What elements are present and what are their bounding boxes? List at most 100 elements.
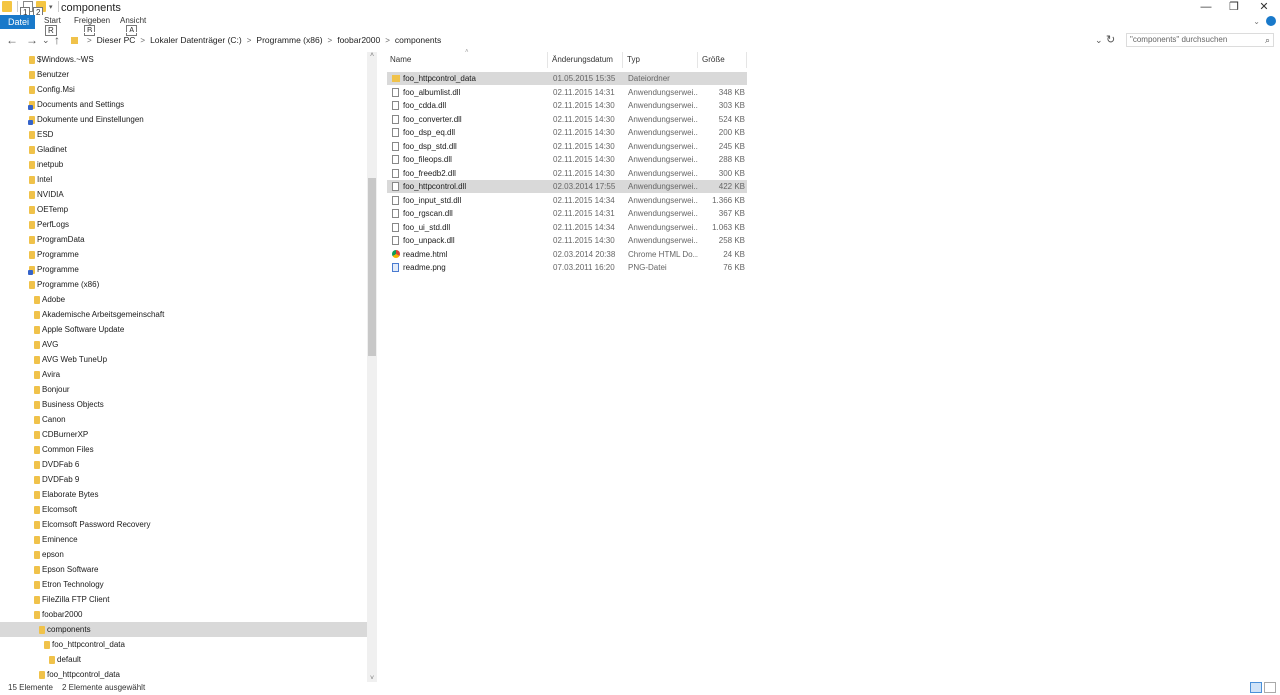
tab-start[interactable]: Start (44, 16, 61, 25)
tree-item[interactable]: Avira (0, 367, 367, 382)
file-date: 02.11.2015 14:30 (553, 128, 615, 137)
forward-button[interactable]: → (26, 32, 38, 48)
breadcrumb-program-files-x86[interactable]: Programme (x86) (256, 35, 322, 45)
tree-item[interactable]: Bonjour (0, 382, 367, 397)
tree-item[interactable]: components (0, 622, 367, 637)
tree-item[interactable]: Canon (0, 412, 367, 427)
tree-item[interactable]: Apple Software Update (0, 322, 367, 337)
tree-item[interactable]: default (0, 652, 367, 667)
tree-item[interactable]: Dokumente und Einstellungen (0, 112, 367, 127)
up-button[interactable]: ↑ (54, 32, 60, 48)
tree-item[interactable]: ESD (0, 127, 367, 142)
file-row[interactable]: foo_albumlist.dll 02.11.2015 14:31 Anwendu… (387, 86, 747, 99)
tree-item[interactable]: Programme (x86) (0, 277, 367, 292)
breadcrumb-components[interactable]: components (395, 35, 441, 45)
tree-item[interactable]: CDBurnerXP (0, 427, 367, 442)
file-row[interactable]: foo_freedb2.dll 02.11.2015 14:30 Anwendung… (387, 167, 747, 180)
tree-item[interactable]: epson (0, 547, 367, 562)
address-bar[interactable]: > Dieser PC > Lokaler Datenträger (C:) >… (66, 32, 1106, 48)
tree-item[interactable]: Akademische Arbeitsgemeinschaft (0, 307, 367, 322)
tree-item[interactable]: ProgramData (0, 232, 367, 247)
maximize-button[interactable]: ❐ (1220, 0, 1248, 15)
tree-item[interactable]: PerfLogs (0, 217, 367, 232)
recent-locations-button[interactable]: ⌄ (42, 32, 50, 48)
tree-item[interactable]: Epson Software (0, 562, 367, 577)
column-header-size[interactable]: Größe (699, 52, 747, 68)
large-icons-view-button[interactable] (1264, 682, 1276, 693)
scroll-up-icon[interactable]: ˄ (367, 52, 377, 59)
tree-item[interactable]: Intel (0, 172, 367, 187)
tree-item[interactable]: NVIDIA (0, 187, 367, 202)
breadcrumb-this-pc[interactable]: Dieser PC (97, 35, 136, 45)
tree-item[interactable]: Gladinet (0, 142, 367, 157)
file-row[interactable]: foo_httpcontrol.dll 02.03.2014 17:55 Anwen… (387, 180, 747, 193)
file-date: 02.11.2015 14:30 (553, 155, 615, 164)
tree-item[interactable]: Adobe (0, 292, 367, 307)
file-row[interactable]: foo_dsp_std.dll 02.11.2015 14:30 Anwendung… (387, 140, 747, 153)
tab-view[interactable]: Ansicht (120, 16, 146, 25)
tree-item[interactable]: FileZilla FTP Client (0, 592, 367, 607)
tab-share[interactable]: Freigeben (74, 16, 110, 25)
file-row[interactable]: foo_input_std.dll 02.11.2015 14:34 Anwendu… (387, 194, 747, 207)
scrollbar-thumb[interactable] (368, 178, 376, 356)
back-button[interactable]: ← (6, 32, 18, 48)
breadcrumb-local-disk[interactable]: Lokaler Datenträger (C:) (150, 35, 242, 45)
navigation-tree[interactable]: $Windows.~WS Benutzer Config.Msi Documents … (0, 52, 367, 682)
tree-item[interactable]: Documents and Settings (0, 97, 367, 112)
folder-icon (34, 401, 40, 409)
file-row[interactable]: readme.html 02.03.2014 20:38 Chrome HTML D… (387, 248, 747, 261)
file-type: Anwendungserwei... (628, 87, 698, 97)
file-row[interactable]: foo_rgscan.dll 02.11.2015 14:31 Anwendungs… (387, 207, 747, 220)
tree-item[interactable]: Business Objects (0, 397, 367, 412)
tree-item[interactable]: DVDFab 9 (0, 472, 367, 487)
folder-icon (34, 341, 40, 349)
tab-file[interactable]: Datei (0, 15, 35, 29)
tree-item[interactable]: DVDFab 6 (0, 457, 367, 472)
tree-item[interactable]: foo_httpcontrol_data (0, 637, 367, 652)
help-icon[interactable] (1266, 16, 1276, 26)
tree-item[interactable]: Common Files (0, 442, 367, 457)
search-input[interactable]: "components" durchsuchen ⌕ (1126, 33, 1274, 47)
tree-item[interactable]: AVG Web TuneUp (0, 352, 367, 367)
tree-item[interactable]: inetpub (0, 157, 367, 172)
file-date: 02.11.2015 14:31 (553, 87, 615, 97)
file-row[interactable]: foo_ui_std.dll 02.11.2015 14:34 Anwendungs… (387, 221, 747, 234)
file-row[interactable]: foo_unpack.dll 02.11.2015 14:30 Anwendungs… (387, 234, 747, 247)
tree-item[interactable]: Elcomsoft (0, 502, 367, 517)
tree-scrollbar[interactable]: ˄ ˅ (367, 52, 377, 682)
file-row[interactable]: foo_fileops.dll 02.11.2015 14:30 Anwendung… (387, 153, 747, 166)
tree-item[interactable]: Etron Technology (0, 577, 367, 592)
address-dropdown-icon[interactable]: ⌄ (1095, 32, 1103, 48)
tree-item[interactable]: OETemp (0, 202, 367, 217)
tree-item[interactable]: Eminence (0, 532, 367, 547)
tree-item[interactable]: Elaborate Bytes (0, 487, 367, 502)
column-header-type[interactable]: Typ (624, 52, 698, 68)
tree-item[interactable]: Benutzer (0, 67, 367, 82)
tree-item[interactable]: Config.Msi (0, 82, 367, 97)
tree-item-label: Epson Software (42, 565, 99, 574)
file-row[interactable]: foo_dsp_eq.dll 02.11.2015 14:30 Anwendungs… (387, 126, 747, 139)
customize-toolbar-icon[interactable]: ▾ (49, 3, 53, 11)
tree-item[interactable]: Programme (0, 247, 367, 262)
file-row[interactable]: foo_httpcontrol_data 01.05.2015 15:35 Date… (387, 72, 747, 85)
tree-item[interactable]: AVG (0, 337, 367, 352)
tree-item[interactable]: $Windows.~WS (0, 52, 367, 67)
tree-item[interactable]: foobar2000 (0, 607, 367, 622)
refresh-button[interactable]: ↻ (1106, 32, 1115, 48)
file-row[interactable]: readme.png 07.03.2011 16:20 PNG-Datei 76 KB (387, 261, 747, 274)
column-header-date[interactable]: Änderungsdatum (549, 52, 623, 68)
close-button[interactable]: ✕ (1250, 0, 1278, 15)
tree-item[interactable]: Programme (0, 262, 367, 277)
expand-ribbon-icon[interactable]: ⌄ (1253, 17, 1260, 26)
tree-item-label: AVG (42, 340, 59, 349)
breadcrumb-foobar2000[interactable]: foobar2000 (337, 35, 380, 45)
item-count: 15 Elemente (8, 683, 53, 692)
file-row[interactable]: foo_cdda.dll 02.11.2015 14:30 Anwendungser… (387, 99, 747, 112)
search-icon[interactable]: ⌕ (1265, 34, 1270, 46)
tree-item[interactable]: foo_httpcontrol_data (0, 667, 367, 682)
file-row[interactable]: foo_converter.dll 02.11.2015 14:30 Anwendu… (387, 113, 747, 126)
details-view-button[interactable] (1250, 682, 1262, 693)
scroll-down-icon[interactable]: ˅ (367, 675, 377, 682)
minimize-button[interactable]: — (1192, 0, 1220, 15)
tree-item[interactable]: Elcomsoft Password Recovery (0, 517, 367, 532)
